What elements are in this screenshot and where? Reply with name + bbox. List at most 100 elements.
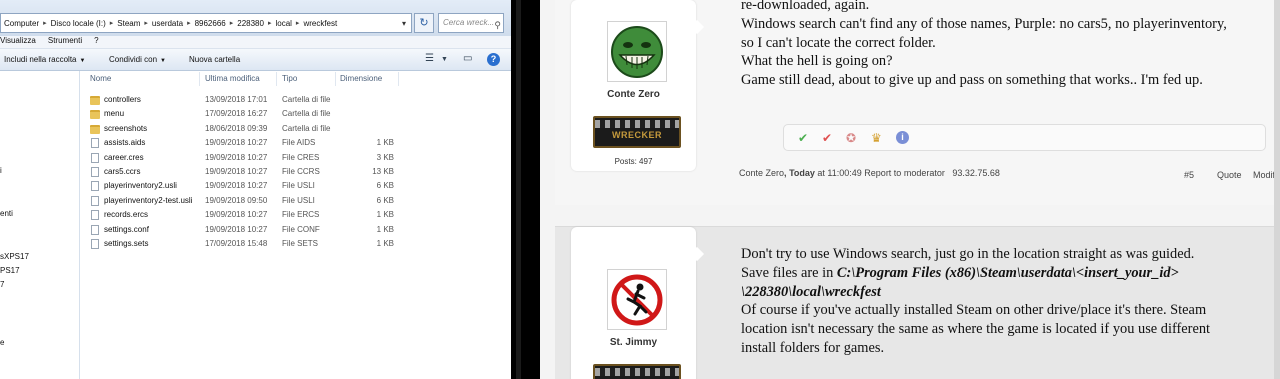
scrollbar-track[interactable] bbox=[1274, 0, 1280, 379]
file-row[interactable]: playerinventory2.usli 19/09/2018 10:27 Fil… bbox=[86, 179, 402, 193]
user-card: St. Jimmy bbox=[571, 227, 696, 379]
file-date: 19/09/2018 10:27 bbox=[205, 181, 268, 191]
help-icon[interactable]: ? bbox=[487, 53, 500, 66]
folder-row[interactable]: menu 17/09/2018 16:27 Cartella di file bbox=[86, 107, 402, 121]
save-path: \228380\local\wreckfest bbox=[741, 283, 881, 300]
menu-view[interactable]: Visualizza bbox=[0, 36, 36, 48]
column-divider[interactable] bbox=[398, 72, 399, 86]
breadcrumb-steam[interactable]: Steam bbox=[114, 19, 143, 28]
nav-item[interactable]: i bbox=[0, 166, 2, 175]
command-bar: Includi nella raccolta ▼ Condividi con ▼ N… bbox=[0, 49, 511, 71]
file-type: File CRES bbox=[282, 152, 320, 162]
file-row[interactable]: settings.conf 19/09/2018 10:27 File CONF 1 … bbox=[86, 223, 402, 237]
folder-row[interactable]: controllers 13/09/2018 17:01 Cartella di f… bbox=[86, 93, 402, 107]
breadcrumb-appid[interactable]: 228380 bbox=[234, 19, 267, 28]
column-header-size[interactable]: Dimensione bbox=[340, 74, 382, 83]
nav-item[interactable]: 7 bbox=[0, 280, 4, 289]
no-skanking-avatar-icon bbox=[610, 272, 664, 327]
file-type: File USLI bbox=[282, 195, 315, 205]
folder-icon bbox=[90, 124, 100, 134]
meta-time: at 11:00:49 bbox=[814, 168, 862, 178]
meta-day: Today bbox=[789, 168, 815, 178]
file-size: 1 KB bbox=[376, 239, 394, 248]
nav-item[interactable]: enti bbox=[0, 209, 13, 218]
file-icon bbox=[91, 181, 99, 192]
folder-row[interactable]: screenshots 18/06/2018 09:39 Cartella di f… bbox=[86, 122, 402, 136]
share-with-button[interactable]: Condividi con ▼ bbox=[109, 55, 166, 64]
chevron-down-icon[interactable]: ▼ bbox=[441, 56, 448, 63]
avatar[interactable] bbox=[607, 21, 667, 82]
breadcrumb-computer[interactable]: Computer bbox=[1, 19, 42, 28]
view-options-icon[interactable]: ☰ bbox=[425, 53, 434, 64]
file-type: File USLI bbox=[282, 181, 315, 191]
column-divider[interactable] bbox=[335, 72, 336, 86]
nav-item[interactable]: e bbox=[0, 338, 4, 347]
column-header-modified[interactable]: Ultima modifica bbox=[205, 74, 260, 83]
meta-user[interactable]: Conte Zero bbox=[739, 168, 784, 178]
quote-link[interactable]: Quote bbox=[1217, 170, 1242, 180]
file-type: File AIDS bbox=[282, 138, 316, 148]
column-divider[interactable] bbox=[276, 72, 277, 86]
check-red-icon[interactable]: ✔ bbox=[822, 131, 832, 145]
file-row[interactable]: assists.aids 19/09/2018 10:27 File AIDS 1 K… bbox=[86, 136, 402, 150]
file-row[interactable]: career.cres 19/09/2018 10:27 File CRES 3 KB bbox=[86, 151, 402, 165]
file-row[interactable]: records.ercs 19/09/2018 10:27 File ERCS 1 K… bbox=[86, 208, 402, 222]
breadcrumb-userdata[interactable]: userdata bbox=[149, 19, 186, 28]
file-size: 3 KB bbox=[376, 152, 394, 162]
file-row[interactable]: cars5.ccrs 19/09/2018 10:27 File CCRS 13 KB bbox=[86, 165, 402, 179]
nav-item[interactable]: PS17 bbox=[0, 266, 20, 275]
forum-post: St. Jimmy Don't try to use Windows searc… bbox=[555, 226, 1280, 379]
report-link[interactable]: Report to moderator bbox=[864, 168, 945, 178]
post-number-link[interactable]: #5 bbox=[1184, 170, 1194, 180]
post-meta: Conte Zero, Today at 11:00:49 Report to … bbox=[739, 168, 1000, 178]
menu-help[interactable]: ? bbox=[94, 36, 98, 48]
rank-badge bbox=[593, 364, 681, 379]
menu-tools[interactable]: Strumenti bbox=[48, 36, 82, 48]
file-name: career.cres bbox=[104, 152, 144, 162]
post-line: Of course if you've actually installed S… bbox=[741, 302, 1207, 319]
chevron-down-icon: ▼ bbox=[160, 58, 166, 64]
file-size: 13 KB bbox=[372, 167, 394, 176]
nav-item[interactable]: sXPS17 bbox=[0, 252, 29, 261]
file-type: File SETS bbox=[282, 239, 319, 248]
username[interactable]: St. Jimmy bbox=[571, 337, 696, 348]
file-row[interactable]: settings.sets 17/09/2018 15:48 File SETS 1 … bbox=[86, 237, 402, 251]
include-in-library-button[interactable]: Includi nella raccolta ▼ bbox=[4, 55, 85, 64]
search-icon[interactable]: ⚲ bbox=[494, 16, 501, 32]
post-count: Posts: 497 bbox=[614, 157, 653, 166]
username[interactable]: Conte Zero bbox=[571, 89, 696, 100]
chevron-down-icon[interactable]: ▾ bbox=[397, 19, 411, 28]
avatar[interactable] bbox=[607, 269, 667, 330]
trophy-icon[interactable]: ♛ bbox=[871, 131, 882, 145]
column-header-type[interactable]: Tipo bbox=[282, 74, 297, 83]
post-line: Don't try to use Windows search, just go… bbox=[741, 246, 1195, 262]
column-divider[interactable] bbox=[199, 72, 200, 86]
refresh-button[interactable]: ↻ bbox=[414, 13, 434, 33]
column-header-name[interactable]: Nome bbox=[90, 74, 111, 83]
file-date: 19/09/2018 09:50 bbox=[205, 195, 268, 205]
breadcrumb-wreckfest[interactable]: wreckfest bbox=[300, 19, 340, 28]
breadcrumb-userid[interactable]: 8962666 bbox=[192, 19, 229, 28]
ribbon-icon[interactable]: ✪ bbox=[846, 131, 856, 145]
search-input[interactable]: Cerca wreck... ⚲ bbox=[438, 13, 504, 33]
file-date: 13/09/2018 17:01 bbox=[205, 95, 268, 104]
post-line: install folders for games. bbox=[741, 339, 885, 356]
file-name: controllers bbox=[104, 95, 141, 104]
new-folder-button[interactable]: Nuova cartella bbox=[189, 55, 240, 64]
file-type: Cartella di file bbox=[282, 109, 331, 119]
file-list: Nome Ultima modifica Tipo Dimensione con… bbox=[86, 71, 511, 379]
preview-pane-icon[interactable]: ▭ bbox=[463, 53, 472, 64]
file-name: playerinventory2-test.usli bbox=[104, 195, 193, 205]
info-icon[interactable]: i bbox=[896, 131, 909, 144]
file-name: records.ercs bbox=[104, 210, 149, 220]
address-bar[interactable]: Computer ▸ Disco locale (I:) ▸ Steam ▸ user… bbox=[0, 13, 412, 33]
file-icon bbox=[91, 152, 99, 163]
menu-bar: Visualizza Strumenti ? bbox=[0, 36, 511, 49]
breadcrumb-local[interactable]: local bbox=[272, 19, 294, 28]
breadcrumb-drive[interactable]: Disco locale (I:) bbox=[48, 19, 109, 28]
file-date: 17/09/2018 15:48 bbox=[205, 239, 268, 248]
file-name: settings.conf bbox=[104, 224, 149, 234]
file-row[interactable]: playerinventory2-test.usli 19/09/2018 09:… bbox=[86, 194, 402, 208]
file-name: menu bbox=[104, 109, 125, 119]
check-icon[interactable]: ✔ bbox=[798, 131, 808, 145]
